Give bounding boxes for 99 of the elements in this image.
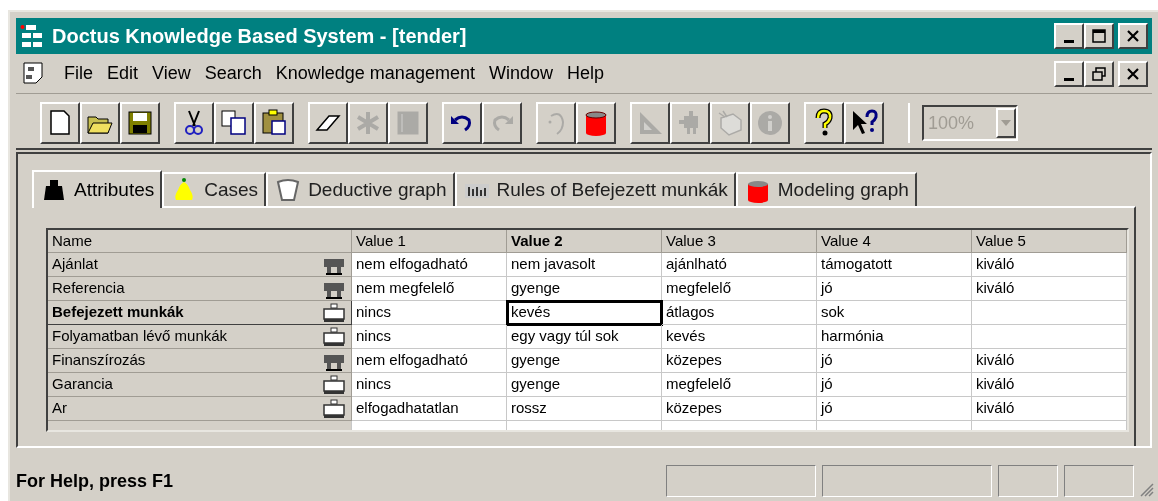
table-cell[interactable]: kevés (507, 301, 662, 325)
toolbar-button[interactable] (80, 102, 120, 144)
tab[interactable]: Deductive graph (266, 172, 455, 206)
clipboard-icon (259, 108, 289, 138)
toolbar-button[interactable] (254, 102, 294, 144)
column-header[interactable]: Value 1 (352, 230, 507, 253)
table-cell[interactable]: kiváló (972, 397, 1127, 421)
close-button[interactable] (1118, 23, 1148, 49)
copy-icon (219, 108, 249, 138)
table-cell[interactable]: rossz (507, 397, 662, 421)
menu-item[interactable]: View (152, 60, 191, 87)
menu-item[interactable]: Knowledge management (275, 60, 475, 87)
table-cell[interactable]: jó (817, 349, 972, 373)
minimize-button[interactable] (1054, 23, 1084, 49)
row-header[interactable]: Finanszírozás (48, 349, 352, 373)
close-icon (1125, 66, 1141, 81)
toolbar-button[interactable] (844, 102, 884, 144)
row-header[interactable]: Garancia (48, 373, 352, 397)
maximize-button[interactable] (1084, 23, 1114, 49)
close-icon (1125, 29, 1141, 43)
toolbar-button[interactable] (120, 102, 160, 144)
table-cell[interactable]: kiváló (972, 253, 1127, 277)
table-cell[interactable]: megfelelő (662, 277, 817, 301)
column-header[interactable]: Name (48, 230, 352, 253)
toolbar-button[interactable] (214, 102, 254, 144)
table-cell[interactable]: egy vagy túl sok (507, 325, 662, 349)
table-cell[interactable]: kiváló (972, 277, 1127, 301)
status-text: For Help, press F1 (16, 469, 174, 493)
attribute-name: Befejezett munkák (52, 302, 184, 323)
restore-button[interactable] (1084, 60, 1114, 87)
attribute-name: Folyamatban lévő munkák (52, 326, 228, 347)
attribute-name: Referencia (52, 278, 125, 299)
window-title: Doctus Knowledge Based System - [tender] (52, 24, 467, 49)
caret-icon (1001, 120, 1011, 126)
menu-item[interactable]: Edit (107, 60, 139, 87)
table-cell[interactable]: gyenge (507, 277, 662, 301)
column-header[interactable]: Value 5 (972, 230, 1127, 253)
table-cell[interactable]: kiváló (972, 373, 1127, 397)
tab[interactable]: Cases (162, 172, 267, 206)
tab[interactable]: Rules of Befejezett munkák (454, 172, 736, 206)
column-header[interactable]: Value 3 (662, 230, 817, 253)
row-header[interactable]: Ajánlat (48, 253, 352, 277)
close-button[interactable] (1118, 60, 1148, 87)
row-header[interactable]: Befejezett munkák (48, 301, 352, 325)
table-cell[interactable]: átlagos (662, 301, 817, 325)
table-cell[interactable] (972, 325, 1127, 349)
toolbar-button[interactable] (576, 102, 616, 144)
table-cell[interactable]: jó (817, 373, 972, 397)
table-cell[interactable]: kevés (662, 325, 817, 349)
minimize-icon (1064, 77, 1074, 81)
table-cell[interactable]: nincs (352, 301, 507, 325)
attribute-name: Finanszírozás (52, 350, 146, 371)
maximize-icon (1091, 29, 1107, 43)
table-cell[interactable] (972, 301, 1127, 325)
table-cell[interactable]: nincs (352, 373, 507, 397)
row-header[interactable]: Folyamatban lévő munkák (48, 325, 352, 349)
status-pane (1064, 465, 1134, 497)
table-cell[interactable]: nem elfogadható (352, 349, 507, 373)
status-pane (998, 465, 1058, 497)
row-header[interactable]: Referencia (48, 277, 352, 301)
table-cell[interactable]: nem megfelelő (352, 277, 507, 301)
row-header[interactable]: Ar (48, 397, 352, 421)
toolbar-button[interactable] (804, 102, 844, 144)
table-cell[interactable]: gyenge (507, 373, 662, 397)
table-cell[interactable]: közepes (662, 349, 817, 373)
menu-item[interactable]: File (64, 60, 93, 87)
toolbar-button[interactable] (40, 102, 80, 144)
table-cell[interactable]: gyenge (507, 349, 662, 373)
table-cell[interactable]: harmónia (817, 325, 972, 349)
table-cell[interactable]: jó (817, 397, 972, 421)
menu-item[interactable]: Search (204, 60, 262, 87)
column-header[interactable]: Value 2 (507, 230, 662, 253)
table-cell[interactable]: megfelelő (662, 373, 817, 397)
info-icon (755, 108, 785, 138)
toolbar-button[interactable] (174, 102, 214, 144)
table-cell[interactable]: közepes (662, 397, 817, 421)
tab[interactable]: Attributes (32, 170, 163, 208)
table-cell[interactable]: nem elfogadható (352, 253, 507, 277)
table-cell[interactable]: támogatott (817, 253, 972, 277)
attribute-name: Ar (52, 398, 67, 419)
column-header[interactable]: Value 4 (817, 230, 972, 253)
tab[interactable]: Modeling graph (735, 172, 917, 206)
table-cell[interactable]: sok (817, 301, 972, 325)
table-cell[interactable]: kiváló (972, 349, 1127, 373)
toolbar-button[interactable] (308, 102, 348, 144)
table-cell[interactable]: elfogadhatatlan (352, 397, 507, 421)
table-cell[interactable]: ajánlható (662, 253, 817, 277)
attribute-name: Garancia (52, 374, 113, 395)
table-cell[interactable]: nem javasolt (507, 253, 662, 277)
minimize-icon (1064, 40, 1074, 43)
minimize-button[interactable] (1054, 60, 1084, 87)
menu-item[interactable]: Help (566, 60, 604, 87)
toolbar-button[interactable] (442, 102, 482, 144)
attribute-name: Ajánlat (52, 254, 98, 275)
restore-icon (1091, 66, 1107, 81)
menu-item[interactable]: Window (488, 60, 553, 87)
table-cell[interactable]: nincs (352, 325, 507, 349)
resize-grip-icon (1140, 483, 1154, 497)
table-cell[interactable]: jó (817, 277, 972, 301)
